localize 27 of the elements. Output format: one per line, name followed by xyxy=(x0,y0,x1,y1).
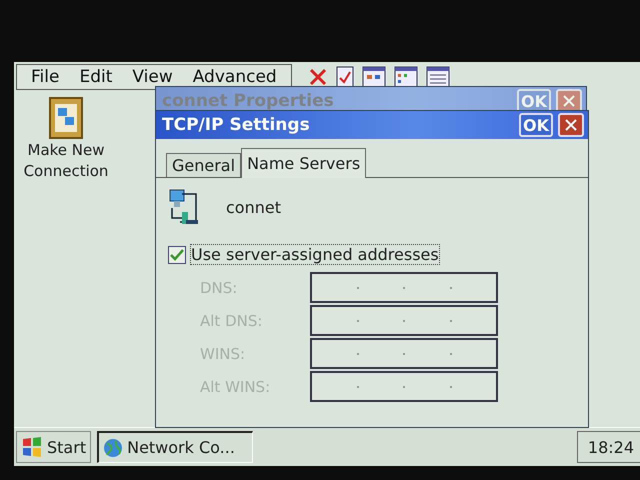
menu-item[interactable]: Advanced xyxy=(184,67,285,87)
menu-item[interactable]: View xyxy=(124,67,181,87)
details-icon[interactable] xyxy=(426,66,450,88)
globe-icon xyxy=(103,438,124,458)
close-icon xyxy=(565,119,577,131)
windows-logo-icon xyxy=(21,436,43,458)
menu-item[interactable]: Edit xyxy=(71,67,120,87)
ok-button[interactable]: OK xyxy=(519,113,553,137)
window-title: connet Properties xyxy=(162,91,335,111)
connection-name: connet xyxy=(226,198,281,216)
properties-icon[interactable] xyxy=(336,66,354,88)
clock: 18:24 xyxy=(576,431,640,463)
tab[interactable]: General xyxy=(166,153,242,177)
small-icons-icon[interactable] xyxy=(394,66,418,88)
icon-label[interactable]: Make New Connection xyxy=(14,140,118,182)
close-button[interactable] xyxy=(558,113,584,137)
tab[interactable]: Name Servers xyxy=(241,148,366,178)
checkbox[interactable] xyxy=(168,246,186,264)
checkbox-label[interactable]: Use server-assigned addresses xyxy=(190,244,440,265)
large-icons-icon[interactable] xyxy=(362,66,386,88)
connection-wizard-icon[interactable] xyxy=(46,96,86,140)
start-button[interactable]: Start xyxy=(16,431,92,463)
close-icon xyxy=(563,95,575,107)
taskbar-button[interactable]: Network Co... xyxy=(97,431,254,463)
delete-icon[interactable] xyxy=(308,67,328,87)
menu-item[interactable]: File xyxy=(23,67,68,87)
window-title: TCP/IP Settings xyxy=(162,115,311,135)
